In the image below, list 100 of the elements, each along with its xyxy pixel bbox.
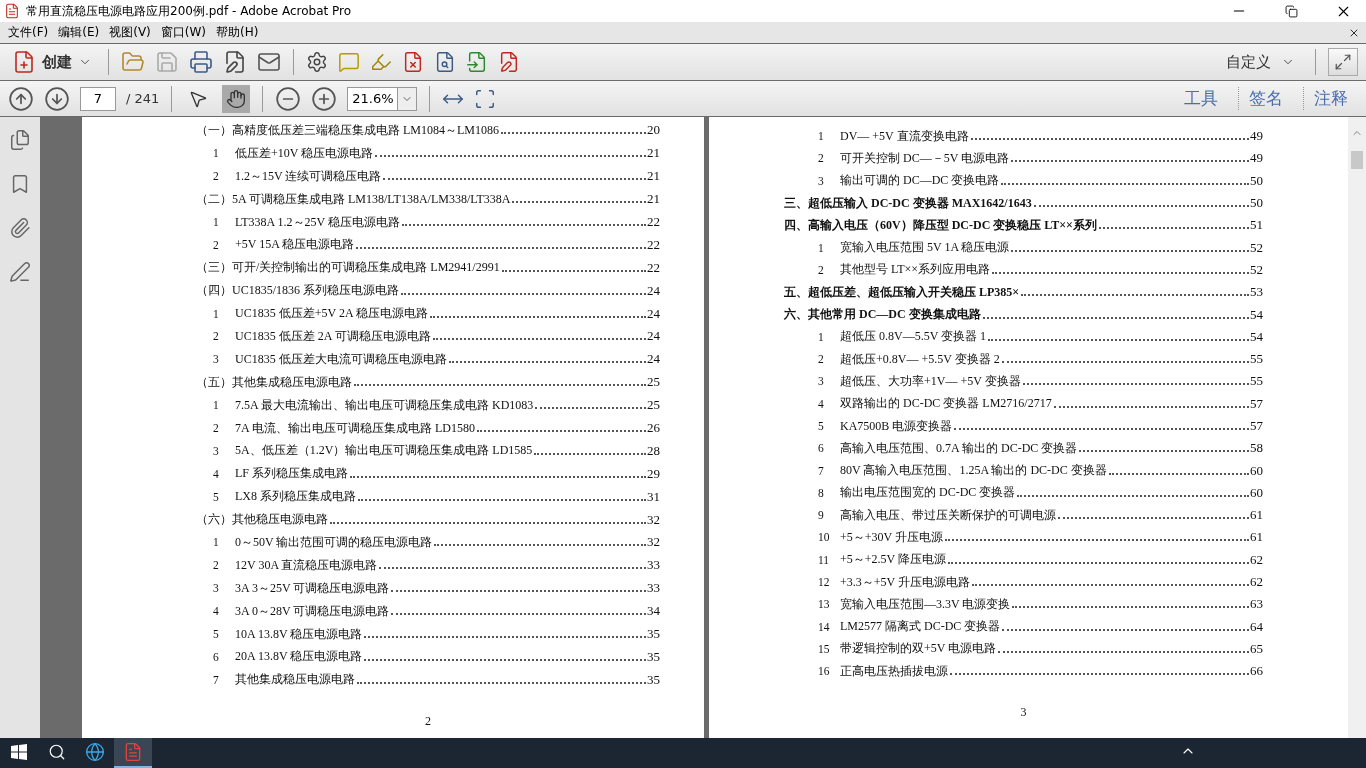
fullscreen-button[interactable]: [1328, 48, 1358, 76]
pages-icon[interactable]: [9, 129, 31, 151]
folder-icon[interactable]: [121, 50, 145, 74]
zoom-in-icon[interactable]: [311, 85, 338, 112]
toc-entry-title: 超低压 0.8V—5.5V 变换器 1: [840, 328, 987, 346]
restore-icon[interactable]: [1284, 4, 1298, 18]
entry-number: 1: [213, 536, 220, 549]
pen-icon[interactable]: [9, 261, 31, 283]
search-icon[interactable]: [48, 743, 66, 761]
toc-entry-title: 带逻辑控制的双+5V 电源电路: [840, 640, 997, 658]
arrow-up-icon[interactable]: [8, 85, 34, 112]
create-button[interactable]: 创建: [8, 48, 96, 76]
panel-link[interactable]: 注释: [1303, 87, 1358, 110]
highlighter-icon[interactable]: [370, 51, 392, 73]
toc-page-number: 21: [647, 168, 660, 185]
toc-page-number: 21: [647, 145, 660, 162]
scrollbar[interactable]: [1348, 117, 1366, 738]
file-x-icon[interactable]: [402, 51, 424, 73]
toc-entry-title: LM2577 隔离式 DC-DC 变换器: [840, 618, 1001, 636]
toc-entry-title: （五）其他集成稳压电源电路: [196, 373, 352, 391]
panel-link[interactable]: 工具: [1174, 87, 1228, 110]
menu-item[interactable]: 文件(F): [6, 24, 57, 41]
entry-number: 2: [213, 559, 220, 572]
toc-page-number: 62: [1250, 551, 1263, 568]
toc-entry-title: +5V 15A 稳压电源电路: [235, 236, 355, 254]
entry-number: 4: [818, 397, 825, 410]
mail-icon[interactable]: [257, 50, 281, 74]
toc-entry-title: 输出可调的 DC—DC 变换电路: [840, 172, 1000, 190]
toc-page-number: 66: [1250, 663, 1263, 680]
toc-page-number: 35: [647, 626, 660, 643]
entry-number: 14: [818, 620, 831, 633]
pdf-file-icon: [4, 3, 20, 19]
entry-number: 6: [818, 442, 825, 455]
menu-item[interactable]: 视图(V): [107, 24, 159, 41]
toc-page-number: 57: [1250, 418, 1263, 434]
entry-number: 16: [818, 665, 831, 678]
taskbar-app[interactable]: [114, 738, 152, 768]
toc-entry-title: 5A、低压差（1.2V）输出电压可调稳压集成电路 LD1585: [235, 442, 533, 460]
customize-button[interactable]: 自定义: [1218, 50, 1303, 74]
panel-link[interactable]: 签名: [1238, 87, 1293, 110]
entry-number: 12: [818, 576, 831, 589]
zoom-out-icon[interactable]: [275, 85, 302, 112]
scroll-thumb[interactable]: [1351, 151, 1363, 169]
toc-page-number: 24: [647, 328, 660, 345]
menu-item[interactable]: 编辑(E): [56, 24, 108, 41]
toc-entry-title: 五、超低压差、超低压输入开关稳压 LP385×: [784, 283, 1020, 301]
toc-page-number: 65: [1250, 640, 1263, 657]
expand-icon: [1334, 53, 1352, 71]
entry-number: 2: [213, 330, 220, 343]
paperclip-icon[interactable]: [9, 217, 31, 239]
toc-entry-title: （二）5A 可调稳压集成电路 LM138/LT138A/LM338/LT338A: [196, 190, 511, 208]
page-number-field[interactable]: 7: [80, 86, 116, 111]
entry-number: 5: [213, 628, 220, 641]
file-pen-icon[interactable]: [498, 51, 520, 73]
toc-page-number: 49: [1250, 128, 1263, 145]
toc-entry-title: （三）可开/关控制输出的可调稳压集成电路 LM2941/2991: [196, 259, 500, 277]
entry-number: 3: [818, 174, 825, 187]
toc-entry-title: 四、高输入电压（60V）降压型 DC-DC 变换稳压 LT××系列: [784, 216, 1097, 234]
entry-number: 1: [213, 216, 220, 228]
file-pen-icon[interactable]: [223, 50, 247, 74]
toc-page-number: 31: [647, 488, 660, 505]
entry-number: 4: [213, 605, 220, 618]
toc-page-number: 64: [1250, 618, 1263, 635]
toc-entry-title: 3A 3～25V 可调稳压电源电路: [235, 579, 390, 597]
toc-page-number: 26: [647, 420, 660, 436]
toc-entry-title: 高输入电压、带过压关断保护的可调电源: [840, 506, 1056, 524]
entry-number: 3: [213, 582, 220, 595]
menu-item[interactable]: 帮助(H): [214, 24, 267, 41]
toc-entry-title: 三、超低压输入 DC-DC 变换器 MAX1642/1643: [784, 194, 1032, 212]
toc-page-number: 25: [647, 397, 660, 414]
toc-page-number: 50: [1250, 172, 1263, 189]
toc-page-number: 34: [647, 603, 660, 620]
zoom-field[interactable]: 21.6%: [347, 86, 398, 111]
toc-page-number: 52: [1250, 261, 1263, 278]
toc-entry-title: 10A 13.8V 稳压电源电路: [235, 625, 363, 643]
toc-page-number: 50: [1250, 195, 1263, 212]
toc-page-number: 51: [1250, 217, 1263, 234]
settings-icon[interactable]: [306, 51, 328, 73]
entry-number: 7: [818, 464, 825, 477]
file-arrow-icon[interactable]: [466, 51, 488, 73]
toc-entry-title: 其他集成稳压电源电路: [235, 671, 355, 689]
entry-number: 1: [213, 399, 220, 412]
entry-number: 3: [213, 353, 220, 366]
toc-page-number: 24: [647, 351, 660, 368]
toc-page-number: 54: [1250, 306, 1263, 323]
entry-number: 1: [213, 147, 220, 160]
menu-item[interactable]: 窗口(W): [158, 24, 215, 41]
windows-logo-icon[interactable]: [11, 744, 27, 760]
toc-entry-title: 六、其他常用 DC—DC 变换集成电路: [784, 306, 981, 323]
toc-page-number: 24: [647, 282, 660, 299]
toc-entry-title: KA7500B 电源变换器: [840, 417, 953, 435]
toc-entry-title: 其他型号 LT××系列应用电路: [840, 261, 991, 279]
toc-entry-title: 宽输入电压范围—3.3V 电源变换: [840, 595, 1011, 613]
file-search-icon[interactable]: [434, 51, 456, 73]
fit-page-icon[interactable]: [474, 87, 497, 110]
entry-number: 1: [818, 241, 825, 254]
arrow-down-icon[interactable]: [44, 85, 70, 112]
printer-icon[interactable]: [189, 50, 213, 74]
entry-number: 13: [818, 598, 831, 611]
toc-page-number: 32: [647, 534, 660, 551]
